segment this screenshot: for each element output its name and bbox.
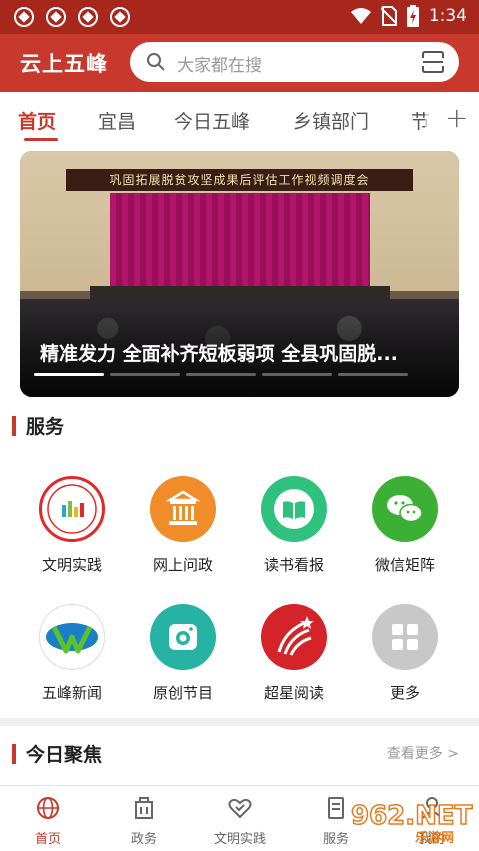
watermark-site: 962.NET	[351, 801, 473, 831]
carousel-indicator	[34, 373, 408, 376]
service-wechat-matrix[interactable]: 微信矩阵	[350, 476, 460, 575]
app-title: 云上五峰	[20, 52, 108, 76]
banner-carousel[interactable]: 巩固拓展脱贫攻坚成果后评估工作视频调度会 精准发力 全面补齐短板弱项 全县巩固脱…	[20, 151, 459, 397]
building-icon	[135, 797, 153, 819]
service-chaoxing-reading[interactable]: 超星阅读	[239, 604, 349, 703]
tab-home[interactable]: 首页	[18, 107, 56, 134]
focus-section-header: 今日聚焦	[12, 740, 102, 767]
carousel-dot	[186, 373, 256, 376]
active-tab-indicator	[24, 138, 58, 141]
carousel-dot	[262, 373, 332, 376]
carousel-dot	[110, 373, 180, 376]
carousel-dot	[338, 373, 408, 376]
add-channel-button[interactable]: +	[425, 92, 479, 148]
heart-icon	[228, 798, 252, 819]
banner-sign: 巩固拓展脱贫攻坚成果后评估工作视频调度会	[66, 169, 413, 191]
watermark-logo: 962.NET 乐游网	[343, 796, 473, 846]
section-divider	[0, 718, 479, 726]
government-building-icon	[150, 476, 216, 542]
open-book-icon	[261, 476, 327, 542]
service-more[interactable]: 更多	[350, 604, 460, 703]
watermark-sub: 乐游网	[415, 830, 454, 846]
tab-towns-departments[interactable]: 乡镇部门	[293, 107, 369, 134]
wufeng-news-logo-icon	[39, 604, 105, 670]
search-placeholder: 大家都在搜	[177, 56, 262, 76]
service-read-newspapers[interactable]: 读书看报	[239, 476, 349, 575]
app-header: 云上五峰 大家都在搜	[0, 34, 479, 92]
app-notification-icon	[46, 7, 66, 27]
clock: 1:34	[428, 6, 467, 26]
carousel-dot	[34, 373, 104, 376]
scan-icon[interactable]	[421, 50, 445, 74]
search-icon	[147, 53, 165, 71]
service-original-programs[interactable]: 原创节目	[128, 604, 238, 703]
camera-icon	[150, 604, 216, 670]
app-notification-icon	[110, 7, 130, 27]
channel-tabs: 首页 宜昌 今日五峰 乡镇部门 节 +	[0, 92, 479, 148]
globe-icon	[37, 797, 59, 819]
services-section-header: 服务	[12, 412, 64, 439]
nav-civilization-practice[interactable]: 文明实践	[192, 796, 288, 847]
tab-today-wufeng[interactable]: 今日五峰	[174, 107, 250, 134]
no-sim-icon	[380, 6, 397, 26]
view-more-link[interactable]: 查看更多 >	[387, 743, 459, 763]
chaoxing-star-icon	[261, 604, 327, 670]
service-civilization-practice[interactable]: 文明实践	[17, 476, 127, 575]
more-grid-icon	[372, 604, 438, 670]
notification-icons	[14, 7, 130, 27]
search-input[interactable]: 大家都在搜	[130, 42, 459, 82]
nav-government[interactable]: 政务	[96, 796, 192, 847]
app-notification-icon	[78, 7, 98, 27]
nav-home[interactable]: 首页	[0, 796, 96, 847]
section-title: 服务	[26, 416, 65, 438]
service-online-inquiry[interactable]: 网上问政	[128, 476, 238, 575]
service-wufeng-news[interactable]: 五峰新闻	[17, 604, 127, 703]
section-title: 今日聚焦	[26, 744, 103, 766]
tab-yichang[interactable]: 宜昌	[98, 107, 136, 134]
wechat-icon	[372, 476, 438, 542]
app-notification-icon	[14, 7, 34, 27]
civilization-badge-icon	[39, 476, 105, 542]
banner-caption: 精准发力 全面补齐短板弱项 全县巩固脱...	[40, 343, 398, 365]
wifi-icon	[350, 8, 371, 24]
status-bar: 1:34	[0, 0, 479, 34]
plus-icon: +	[445, 101, 469, 134]
battery-charging-icon	[406, 5, 419, 27]
